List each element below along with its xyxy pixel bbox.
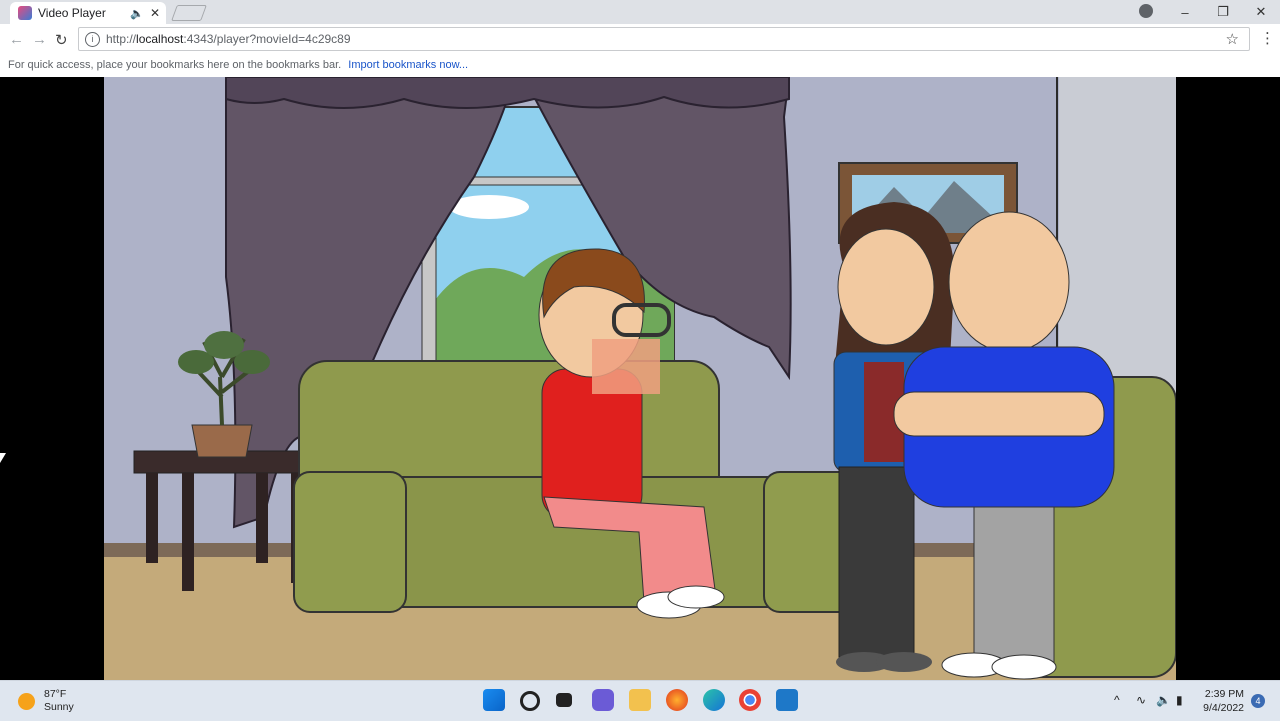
bookmarks-bar: For quick access, place your bookmarks h…: [0, 55, 1280, 77]
forward-arrow-icon[interactable]: →: [32, 31, 47, 48]
url-rest: :4343/player?movieId=4c29c89: [183, 32, 351, 46]
url-prefix: http://: [106, 32, 137, 46]
cartoon-scene: [104, 77, 1176, 680]
sun-icon: [18, 692, 35, 710]
profile-icon[interactable]: [1139, 4, 1153, 18]
minimize-button[interactable]: –: [1166, 5, 1204, 20]
task-view-icon[interactable]: [556, 693, 572, 707]
new-tab-button[interactable]: [171, 5, 207, 21]
back-arrow-icon[interactable]: ←: [9, 31, 24, 48]
show-hidden-icons-icon[interactable]: ^: [1114, 693, 1120, 707]
firefox-icon[interactable]: [666, 689, 688, 711]
tab-title: Video Player: [38, 6, 106, 20]
search-icon[interactable]: [520, 691, 540, 711]
file-explorer-icon[interactable]: [629, 689, 651, 711]
import-bookmarks-link[interactable]: Import bookmarks now...: [348, 59, 468, 71]
speaker-icon[interactable]: 🔈: [130, 7, 144, 20]
mouse-cursor: [0, 453, 6, 463]
teams-chat-icon[interactable]: [592, 689, 614, 711]
edge-icon[interactable]: [703, 689, 725, 711]
window-controls: – ❐ ✕: [1166, 0, 1280, 24]
system-clock[interactable]: 2:39 PM 9/4/2022: [1202, 687, 1244, 715]
windows-taskbar: 87°F Sunny ^ ∿ 🔈 ▮ 2:39 PM 9/4/2022 4: [0, 680, 1280, 721]
maximize-button[interactable]: ❐: [1204, 4, 1242, 20]
chrome-icon[interactable]: [739, 689, 761, 711]
mail-icon[interactable]: [776, 689, 798, 711]
browser-toolbar: ← → ↻ i http://localhost:4343/player?mov…: [0, 24, 1280, 55]
volume-icon[interactable]: 🔈: [1156, 693, 1171, 707]
wifi-icon[interactable]: ∿: [1136, 693, 1146, 707]
info-icon[interactable]: i: [85, 31, 100, 47]
battery-icon[interactable]: ▮: [1176, 693, 1183, 707]
video-frame[interactable]: [104, 77, 1176, 680]
browser-tab[interactable]: Video Player 🔈 ✕: [10, 2, 166, 24]
start-button-icon[interactable]: [483, 689, 505, 711]
title-bar: Video Player 🔈 ✕ – ❐ ✕: [0, 0, 1280, 24]
clock-time: 2:39 PM: [1204, 688, 1244, 700]
video-player[interactable]: [0, 77, 1280, 680]
clock-date: 9/4/2022: [1203, 702, 1244, 714]
weather-temperature: 87°F: [44, 688, 67, 700]
reload-icon[interactable]: ↻: [55, 31, 68, 49]
bookmarks-message: For quick access, place your bookmarks h…: [8, 59, 342, 71]
close-window-button[interactable]: ✕: [1242, 4, 1280, 20]
notification-badge[interactable]: 4: [1251, 694, 1265, 708]
bookmark-star-icon[interactable]: ☆: [1226, 30, 1239, 48]
weather-condition: Sunny: [44, 701, 74, 713]
video-player-favicon-icon: [18, 6, 32, 20]
close-tab-icon[interactable]: ✕: [150, 6, 160, 20]
weather-widget[interactable]: 87°F Sunny: [18, 688, 74, 714]
url-host: localhost: [136, 32, 184, 46]
address-bar[interactable]: i http://localhost:4343/player?movieId=4…: [78, 27, 1250, 51]
browser-menu-icon[interactable]: ⋮: [1260, 29, 1275, 47]
